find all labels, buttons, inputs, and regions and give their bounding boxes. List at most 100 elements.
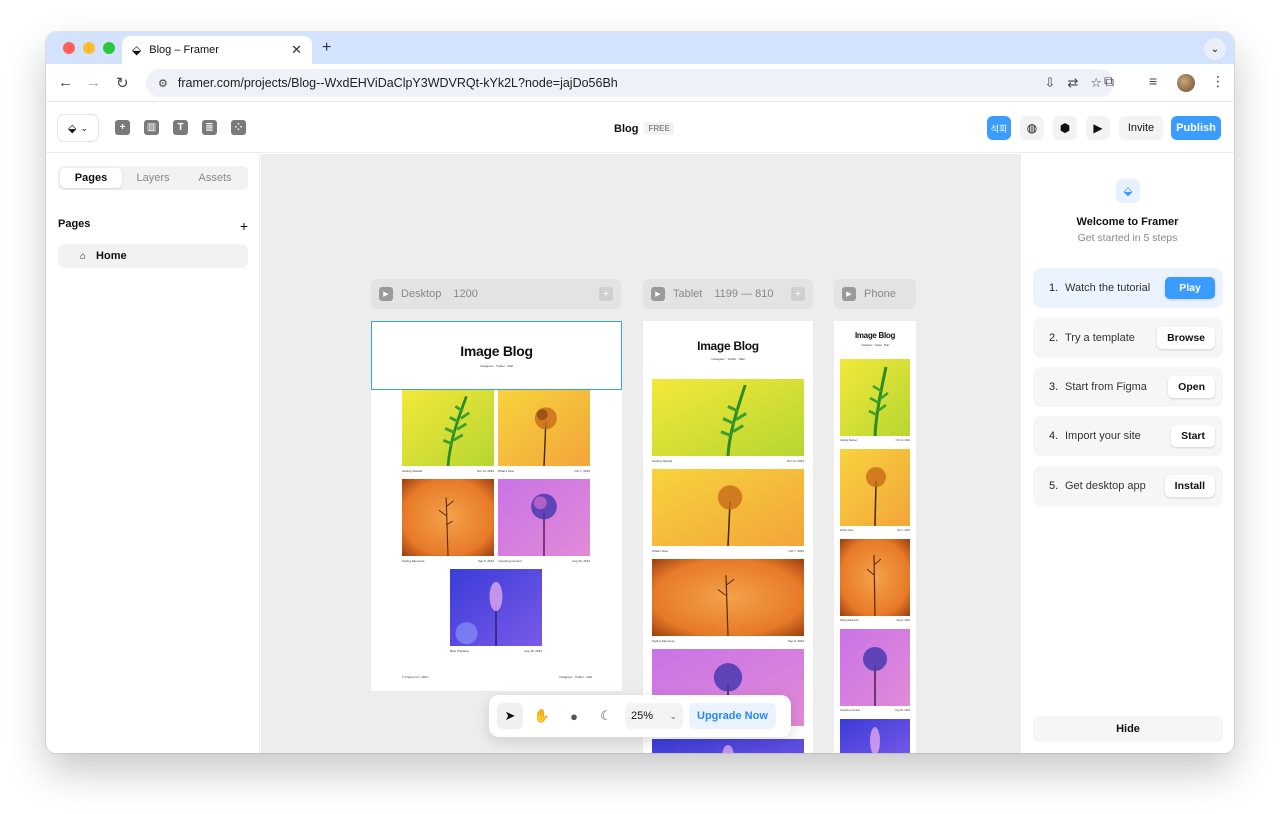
- url-field[interactable]: ⚙ framer.com/projects/Blog--WxdEHViDaClp…: [146, 69, 1114, 97]
- tab-layers[interactable]: Layers: [122, 168, 184, 188]
- minimize-window-button[interactable]: [83, 42, 95, 54]
- zoom-value: 25%: [631, 710, 654, 722]
- site-settings-icon[interactable]: ⚙: [158, 77, 168, 90]
- frame-label-desktop[interactable]: ▶ Desktop 1200 +: [371, 279, 621, 309]
- step-number: 5.: [1049, 480, 1059, 492]
- post-image-fern[interactable]: [840, 359, 910, 436]
- framer-menu-button[interactable]: ⬙ ⌄: [58, 115, 98, 141]
- add-page-icon[interactable]: +: [240, 218, 248, 234]
- hide-button[interactable]: Hide: [1033, 716, 1223, 742]
- back-arrow-icon[interactable]: ←: [58, 74, 73, 91]
- zoom-select[interactable]: 25% ⌄: [625, 703, 683, 729]
- post-caption: Getting Started Oct 14, 2024: [840, 439, 910, 442]
- cms-icon[interactable]: ≣: [202, 120, 217, 135]
- post-image-purple-flower[interactable]: [840, 629, 910, 706]
- post-image-orange-flower[interactable]: [402, 479, 494, 556]
- dark-mode-moon-icon[interactable]: ☾: [593, 703, 619, 729]
- window-controls: [63, 42, 115, 54]
- upgrade-now-button[interactable]: Upgrade Now: [689, 703, 776, 729]
- publish-button[interactable]: Publish: [1171, 116, 1221, 140]
- post-image-orange-flower[interactable]: [840, 539, 910, 616]
- close-window-button[interactable]: [63, 42, 75, 54]
- framer-logo-icon: ⬙: [67, 122, 77, 135]
- post-image-blue-flower[interactable]: [652, 739, 804, 753]
- post-image-blue-flower[interactable]: [450, 569, 542, 646]
- open-button[interactable]: Open: [1168, 376, 1215, 398]
- close-tab-icon[interactable]: ✕: [291, 42, 302, 58]
- project-title[interactable]: Blog FREE: [614, 122, 674, 135]
- media-control-icon[interactable]: ≡: [1149, 73, 1157, 89]
- play-tutorial-button[interactable]: Play: [1165, 277, 1215, 299]
- blog-links: Instagram · Twitter · Mail: [711, 357, 745, 361]
- extensions-icon[interactable]: ⧉: [1104, 73, 1114, 90]
- new-tab-icon[interactable]: +: [322, 39, 331, 57]
- page-item-home[interactable]: ⌂ Home: [58, 244, 248, 268]
- settings-hexagon-icon[interactable]: ⬢: [1053, 116, 1077, 140]
- globe-icon[interactable]: ◍: [1020, 116, 1044, 140]
- bookmark-star-icon[interactable]: ☆: [1090, 75, 1102, 91]
- chevron-down-icon: ⌄: [669, 710, 677, 721]
- components-icon[interactable]: ⁘: [231, 120, 246, 135]
- comment-icon[interactable]: ●: [561, 703, 587, 729]
- install-button[interactable]: Install: [1164, 475, 1215, 497]
- frame-label-phone[interactable]: ▶ Phone: [834, 279, 916, 309]
- browse-button[interactable]: Browse: [1157, 327, 1215, 349]
- play-icon[interactable]: ▶: [842, 287, 856, 301]
- tab-assets[interactable]: Assets: [184, 168, 246, 188]
- frame-name: Tablet: [673, 288, 703, 300]
- language-button[interactable]: 석회: [987, 116, 1011, 140]
- preview-play-icon[interactable]: ▶: [1086, 116, 1110, 140]
- forward-arrow-icon[interactable]: →: [86, 74, 101, 91]
- layout-icon[interactable]: ▥: [144, 120, 159, 135]
- reload-icon[interactable]: ↻: [116, 74, 129, 92]
- frame-label-tablet[interactable]: ▶ Tablet 1199 — 810 +: [643, 279, 813, 309]
- post-image-yellow-flower[interactable]: [498, 389, 590, 466]
- hand-tool-icon[interactable]: ✋: [529, 703, 555, 729]
- post-image-yellow-flower[interactable]: [652, 469, 804, 546]
- step-watch-tutorial[interactable]: 1. Watch the tutorial Play: [1033, 268, 1223, 308]
- browser-tab[interactable]: ⬙ Blog – Framer ✕: [122, 36, 312, 64]
- post-image-blue-flower[interactable]: [840, 719, 910, 753]
- post-caption: What's New Oct 7, 2024: [498, 469, 590, 473]
- start-button[interactable]: Start: [1171, 425, 1215, 447]
- post-image-yellow-flower[interactable]: [840, 449, 910, 526]
- post-image-fern[interactable]: [402, 389, 494, 466]
- tablet-frame[interactable]: Image Blog Instagram · Twitter · Mail Ge…: [643, 321, 813, 753]
- post-caption: Getting Started Oct 14, 2024: [402, 469, 494, 473]
- tab-search-chevron-icon[interactable]: ⌄: [1204, 38, 1226, 60]
- translate-icon[interactable]: ⇄: [1067, 75, 1078, 91]
- install-app-icon[interactable]: ⇩: [1045, 75, 1056, 91]
- post-image-fern[interactable]: [652, 379, 804, 456]
- play-icon[interactable]: ▶: [651, 287, 665, 301]
- plan-badge: FREE: [644, 122, 674, 135]
- select-cursor-icon[interactable]: ➤: [497, 703, 523, 729]
- frame-dims: 1200: [453, 288, 478, 300]
- post-image-purple-flower[interactable]: [498, 479, 590, 556]
- home-icon: ⌂: [80, 250, 87, 262]
- step-start-from-figma[interactable]: 3. Start from Figma Open: [1033, 367, 1223, 407]
- left-panel: Pages Layers Assets Pages + ⌂ Home: [46, 154, 260, 753]
- maximize-window-button[interactable]: [103, 42, 115, 54]
- insert-icon[interactable]: +: [115, 120, 130, 135]
- step-number: 2.: [1049, 332, 1059, 344]
- text-icon[interactable]: T: [173, 120, 188, 135]
- profile-avatar[interactable]: [1177, 74, 1195, 92]
- framer-favicon-icon: ⬙: [132, 43, 142, 57]
- phone-frame[interactable]: Image Blog Instagram · Twitter · Mail Ge…: [834, 321, 916, 753]
- post-caption: Importing Content Aug 30, 2024: [498, 559, 590, 563]
- framer-logo-icon: ⬙: [1116, 179, 1140, 203]
- invite-button[interactable]: Invite: [1119, 116, 1163, 140]
- tab-pages[interactable]: Pages: [60, 168, 122, 188]
- selection-outline: [371, 321, 622, 390]
- step-import-site[interactable]: 4. Import your site Start: [1033, 416, 1223, 456]
- framer-toolbar: ⬙ ⌄ + ▥ T ≣ ⁘ Blog FREE 석회 ◍ ⬢ ▶ Invite …: [46, 103, 1234, 153]
- add-breakpoint-icon[interactable]: +: [599, 287, 613, 301]
- browser-menu-icon[interactable]: ⋮: [1211, 73, 1225, 90]
- add-breakpoint-icon[interactable]: +: [791, 287, 805, 301]
- canvas[interactable]: ▶ Desktop 1200 + ▶ Tablet 1199 — 810 + ▶…: [261, 154, 1020, 753]
- blog-title: Image Blog: [697, 339, 759, 353]
- step-try-template[interactable]: 2. Try a template Browse: [1033, 318, 1223, 358]
- play-icon[interactable]: ▶: [379, 287, 393, 301]
- post-image-orange-flower[interactable]: [652, 559, 804, 636]
- step-desktop-app[interactable]: 5. Get desktop app Install: [1033, 466, 1223, 506]
